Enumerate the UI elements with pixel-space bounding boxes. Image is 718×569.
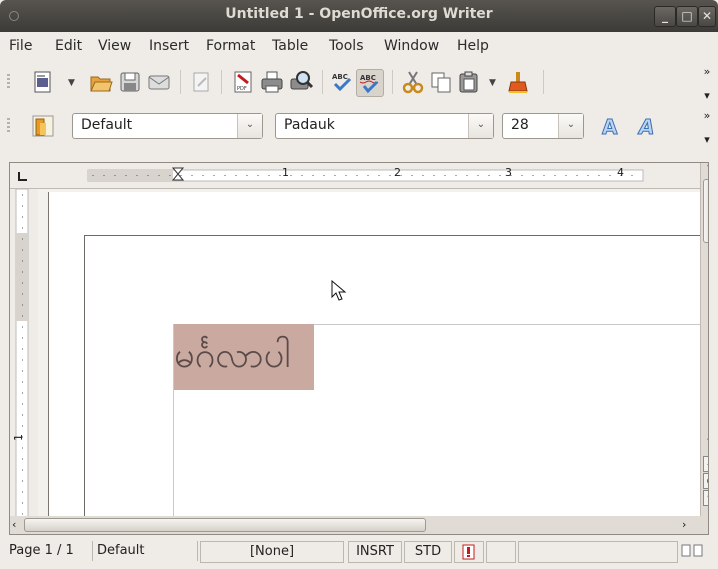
insert-mode-value: INSRT [356,544,394,559]
horizontal-scroll-thumb[interactable] [24,518,426,532]
vertical-scroll-thumb[interactable] [703,179,708,243]
mouse-pointer-icon [331,279,347,306]
maximize-button[interactable]: □ [676,6,698,27]
scroll-down-icon[interactable]: ⌄ [701,433,708,449]
scroll-left-icon[interactable]: ‹ [12,518,16,531]
scroll-up-icon[interactable]: ⌃ [701,163,708,179]
italic-icon[interactable]: A [635,113,661,140]
autospellcheck-toggle-icon[interactable]: ABC [356,69,384,97]
styles-formatting-icon[interactable] [30,113,56,139]
formatting-toolbar-overflow-icon[interactable]: » ▾ [700,110,714,146]
svg-text:A: A [637,115,654,139]
spellcheck-icon[interactable]: ABC [329,69,355,95]
toolbar-grip[interactable] [7,74,10,90]
font-name-value: Padauk [284,117,335,133]
digital-signature-field[interactable] [486,541,516,563]
font-name-combo[interactable]: Padauk ⌄ [275,113,494,139]
object-info-field [518,541,678,563]
menu-edit[interactable]: Edit [55,38,82,54]
menu-table[interactable]: Table [272,38,308,54]
language-indicator[interactable]: [None] [200,541,344,563]
ruler-mark: 4 [617,166,624,179]
standard-toolbar: ▼ PDF ABC ABC ▼ » ▾ [0,60,718,104]
font-size-combo[interactable]: 28 ⌄ [502,113,584,139]
navigator-icon[interactable]: ● [703,473,708,489]
horizontal-ruler[interactable]: 1 2 3 4 [38,163,701,189]
new-dropdown-arrow-icon[interactable]: ▼ [68,78,75,88]
svg-text:ABC: ABC [332,73,348,81]
chevron-down-icon[interactable]: ⌄ [237,114,262,138]
svg-text:A: A [602,115,618,139]
edit-file-icon[interactable] [188,69,214,95]
selection-mode[interactable]: STD [404,541,452,563]
menu-file[interactable]: File [9,38,32,54]
save-icon[interactable] [117,69,143,95]
vertical-ruler[interactable]: 1 [10,188,39,517]
export-pdf-icon[interactable]: PDF [230,69,256,95]
menu-help[interactable]: Help [457,38,489,54]
previous-page-icon[interactable]: ⏶ [703,456,708,472]
standard-toolbar-overflow-icon[interactable]: » ▾ [700,66,714,102]
chevron-down-icon[interactable]: ⌄ [468,114,493,138]
bold-icon[interactable]: A [599,113,625,140]
page-style-value: Default [97,543,145,558]
chevron-down-icon[interactable]: ⌄ [558,114,583,138]
scroll-right-icon[interactable]: › [682,518,686,531]
print-icon[interactable] [259,69,285,95]
open-folder-icon[interactable] [88,69,114,95]
font-size-value: 28 [511,117,529,133]
ruler-mark: 3 [505,166,512,179]
tab-stop-selector-icon[interactable] [10,163,39,189]
close-button[interactable]: ✕ [698,6,716,27]
title-bar: Untitled 1 - OpenOffice.org Writer _ □ ✕ [0,0,718,32]
document-modified-icon[interactable] [454,541,484,563]
page-style[interactable]: Default [92,541,198,561]
minimize-button[interactable]: _ [654,6,676,27]
document-text[interactable]: မင်္ဂလာပါ [174,331,290,385]
document-page[interactable]: မင်္ဂလာပါ [84,235,705,517]
next-page-icon[interactable]: ⏷ [703,490,708,506]
vertical-ruler-mark: 1 [12,434,25,441]
svg-text:PDF: PDF [237,86,247,92]
paste-dropdown-arrow-icon[interactable]: ▼ [489,78,496,88]
clone-formatting-icon[interactable] [505,69,531,95]
email-document-icon[interactable] [146,69,172,95]
menu-window[interactable]: Window [384,38,439,54]
menu-insert[interactable]: Insert [149,38,189,54]
ruler-mark: 2 [394,166,401,179]
toolbar-grip[interactable] [7,118,10,134]
cut-icon[interactable] [400,69,426,95]
menu-tools[interactable]: Tools [329,38,364,54]
page-indicator[interactable]: Page 1 / 1 [9,541,74,561]
window-title: Untitled 1 - OpenOffice.org Writer [225,6,493,22]
language-value: [None] [249,544,295,559]
horizontal-scrollbar[interactable]: ‹ › [9,516,709,535]
document-workspace: 1 2 3 4 1 မင်္ဂလာပါ ⌃ ⌄ ⏶ ● ⏷ [9,162,709,518]
status-bar: Page 1 / 1 Default [None] INSRT STD [0,538,718,564]
ruler-mark: 1 [282,166,289,179]
insert-mode[interactable]: INSRT [348,541,402,563]
vertical-scrollbar[interactable]: ⌃ ⌄ ⏶ ● ⏷ [700,163,708,517]
menu-bar: File Edit View Insert Format Table Tools… [0,32,718,60]
view-layout-icon[interactable] [680,541,716,561]
menu-view[interactable]: View [98,38,131,54]
copy-icon[interactable] [428,69,454,95]
menu-format[interactable]: Format [206,38,255,54]
paste-icon[interactable] [456,69,482,95]
paragraph-style-value: Default [81,117,133,133]
paragraph-style-combo[interactable]: Default ⌄ [72,113,263,139]
new-document-icon[interactable] [30,69,56,95]
selection-mode-value: STD [414,544,442,559]
formatting-toolbar: Default ⌄ Padauk ⌄ 28 ⌄ A A » ▾ [0,104,718,148]
print-preview-icon[interactable] [288,69,314,95]
